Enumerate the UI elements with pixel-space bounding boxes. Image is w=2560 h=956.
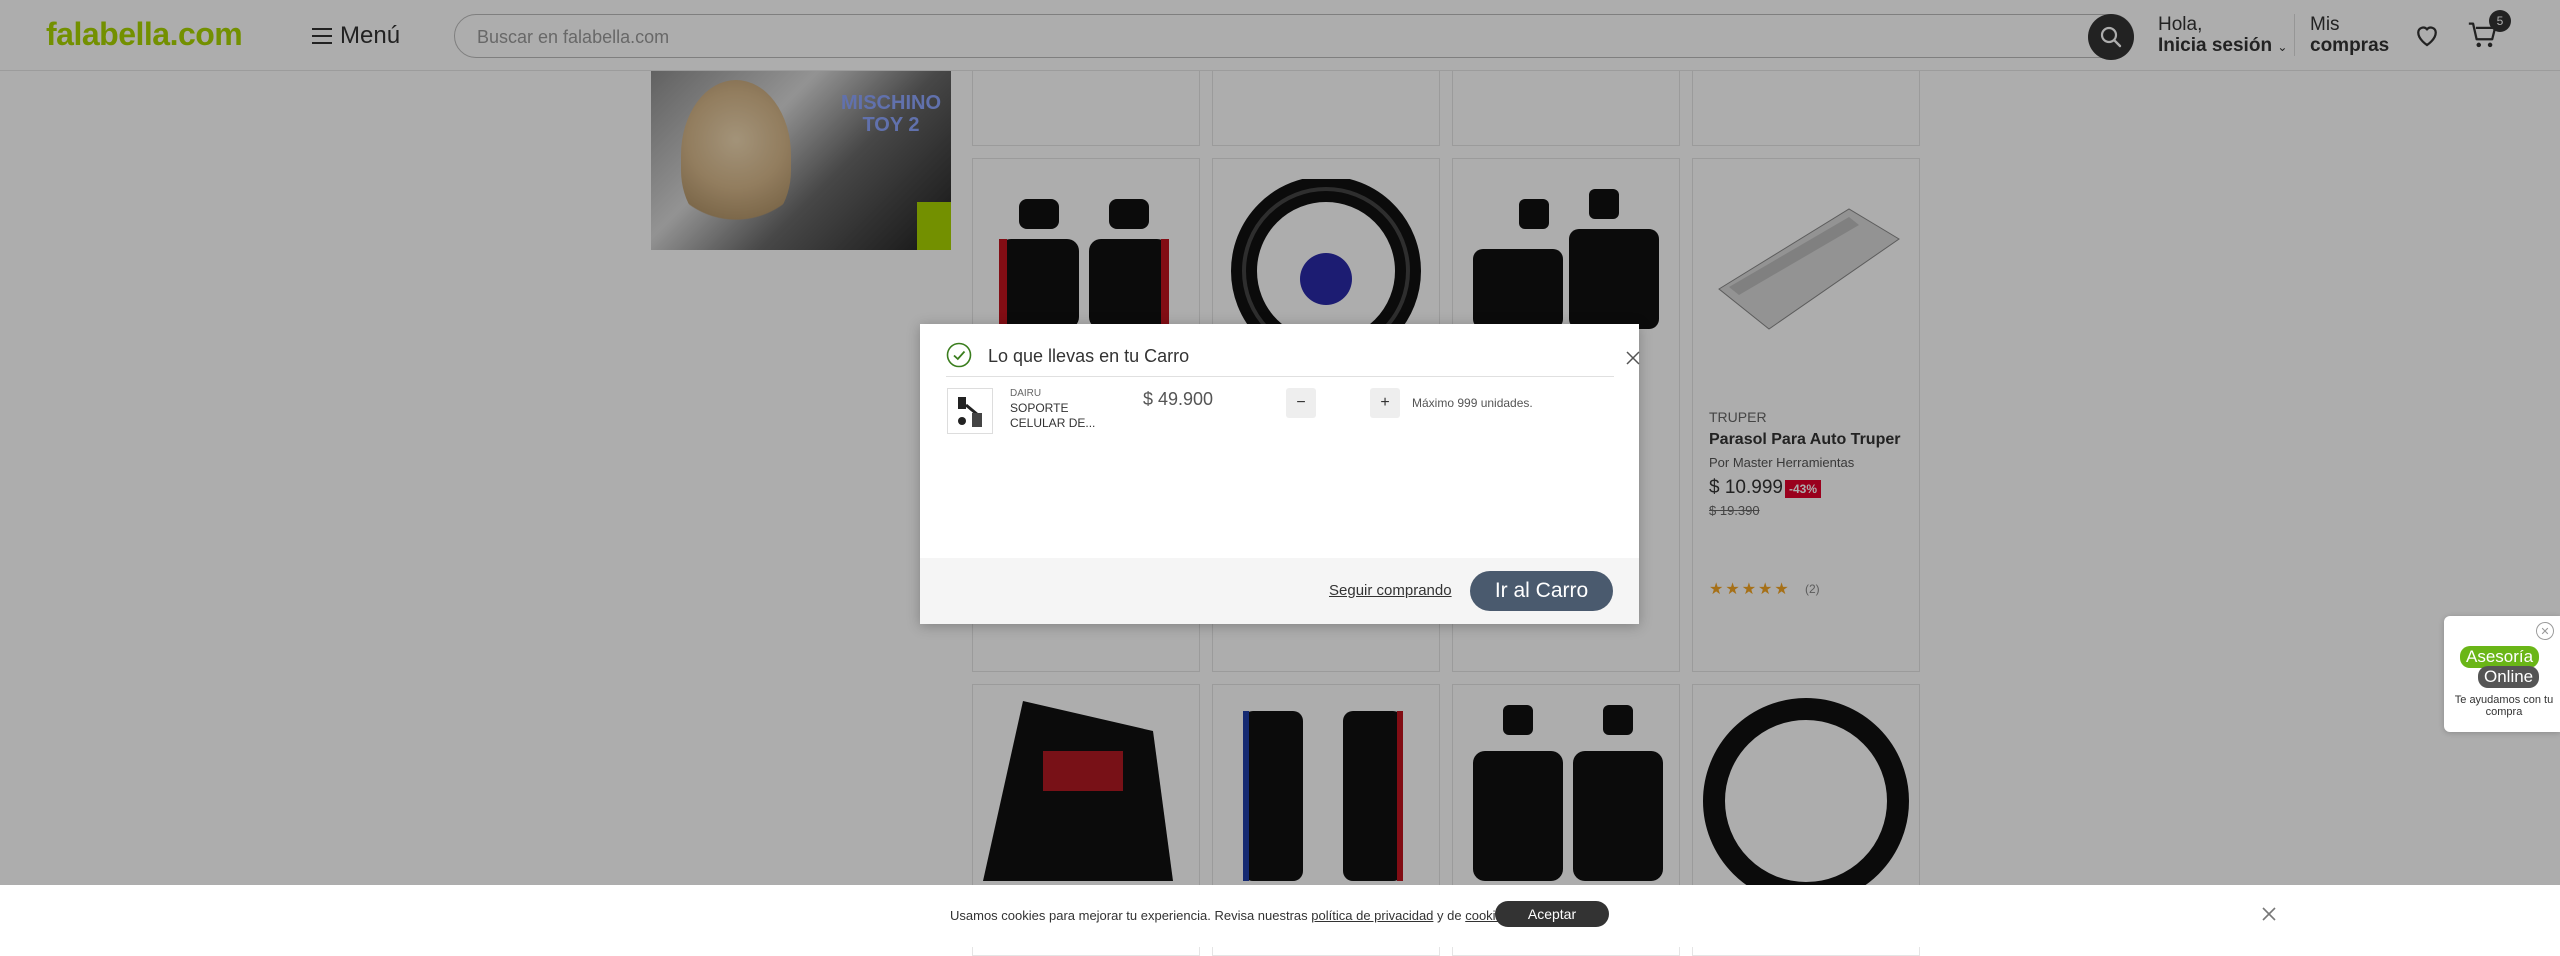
close-icon[interactable]	[2260, 905, 2278, 923]
privacy-policy-link[interactable]: política de privacidad	[1311, 908, 1433, 923]
item-name-line2: CELULAR DE...	[1010, 416, 1096, 430]
quantity-increase-button[interactable]: +	[1370, 388, 1400, 418]
quantity-decrease-button[interactable]: −	[1286, 388, 1316, 418]
accept-cookies-button[interactable]: Aceptar	[1495, 901, 1609, 927]
modal-header: Lo que llevas en tu Carro	[946, 334, 1640, 377]
modal-footer: Seguir comprando Ir al Carro	[920, 558, 1639, 624]
item-name: SOPORTE CELULAR DE...	[1010, 401, 1100, 431]
chat-close-icon[interactable]: ✕	[2536, 622, 2554, 640]
chat-bubble-2: Online	[2478, 666, 2540, 688]
keep-shopping-link[interactable]: Seguir comprando	[1329, 582, 1452, 599]
online-advisory-widget[interactable]: ✕ Asesoría Online Te ayudamos con tu com…	[2444, 616, 2560, 732]
close-icon[interactable]	[1623, 348, 1643, 368]
item-brand: DAIRU	[1010, 388, 1042, 399]
item-name-line1: SOPORTE	[1010, 401, 1069, 415]
modal-title: Lo que llevas en tu Carro	[988, 346, 1190, 366]
cookie-banner: Usamos cookies para mejorar tu experienc…	[0, 885, 2560, 947]
product-thumbnail	[947, 388, 993, 434]
cookie-text: Usamos cookies para mejorar tu experienc…	[950, 908, 1513, 923]
chat-subtitle: Te ayudamos con tu compra	[2454, 694, 2554, 718]
go-to-cart-button[interactable]: Ir al Carro	[1470, 571, 1613, 611]
item-price: $ 49.900	[1143, 389, 1214, 409]
check-circle-icon	[946, 342, 972, 368]
chat-bubble-1: Asesoría	[2460, 646, 2540, 668]
cart-added-modal: Lo que llevas en tu Carro DAIRU SOPORTE …	[920, 324, 1640, 624]
max-units-note: Máximo 999 unidades.	[1412, 396, 1533, 410]
cookie-text-before: Usamos cookies para mejorar tu experienc…	[950, 908, 1312, 923]
cookie-text-mid: y de	[1433, 908, 1466, 923]
